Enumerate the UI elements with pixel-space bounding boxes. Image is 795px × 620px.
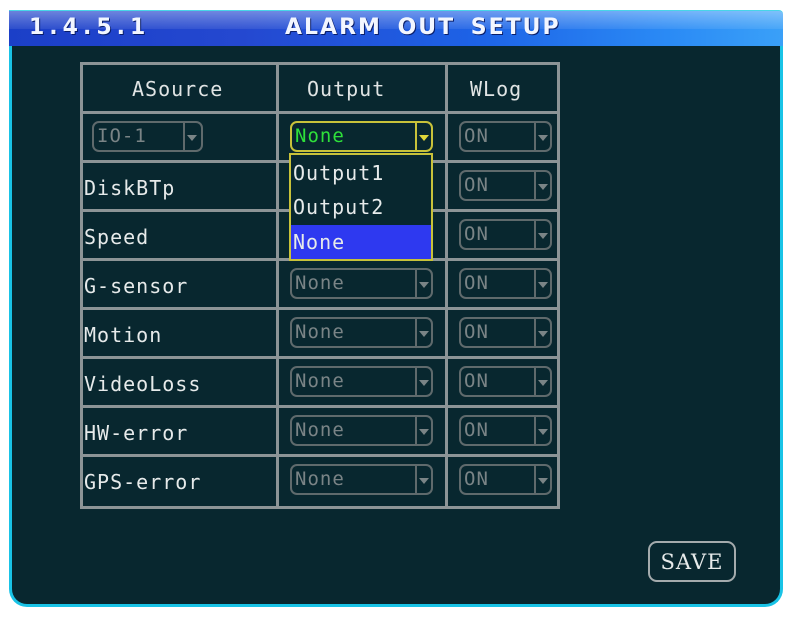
output-select-row-5[interactable]: None <box>290 317 433 348</box>
output-select-value: None <box>295 419 345 441</box>
wlog-select-value: ON <box>464 174 489 196</box>
chevron-down-icon <box>419 380 429 386</box>
dropdown-option-none[interactable]: None <box>291 225 431 259</box>
chevron-down-icon <box>538 184 548 190</box>
output-select-value: None <box>295 370 345 392</box>
combo-separator <box>415 417 417 444</box>
grid-line <box>80 111 560 114</box>
chevron-down-icon <box>187 135 197 141</box>
output-select-value: None <box>295 272 345 294</box>
wlog-select-row-7[interactable]: ON <box>459 415 552 446</box>
menu-number: 1.4.5.1 <box>29 15 151 40</box>
wlog-select-value: ON <box>464 223 489 245</box>
source-label-row-5: Motion <box>84 323 163 347</box>
wlog-select-row-5[interactable]: ON <box>459 317 552 348</box>
source-select-row-1[interactable]: IO-1 <box>92 121 203 152</box>
source-label-row-6: VideoLoss <box>84 372 202 396</box>
source-label-row-2: DiskBTp <box>84 176 176 200</box>
source-label-row-3: Speed <box>84 225 150 249</box>
chevron-down-icon <box>419 429 429 435</box>
output-select-value: None <box>295 321 345 343</box>
output-select-row-6[interactable]: None <box>290 366 433 397</box>
source-label-row-4: G-sensor <box>84 274 189 298</box>
page-title: ALARM OUT SETUP <box>285 15 561 40</box>
chevron-down-icon <box>419 331 429 337</box>
wlog-select-value: ON <box>464 272 489 294</box>
combo-separator <box>534 319 536 346</box>
wlog-select-value: ON <box>464 370 489 392</box>
output-select-row-1[interactable]: None <box>290 121 433 152</box>
wlog-select-value: ON <box>464 321 489 343</box>
combo-separator <box>415 368 417 395</box>
source-label-row-7: HW-error <box>84 421 189 445</box>
chevron-down-icon <box>538 331 548 337</box>
wlog-select-row-1[interactable]: ON <box>459 121 552 152</box>
combo-separator <box>534 466 536 493</box>
output-select-row-7[interactable]: None <box>290 415 433 446</box>
source-select-value: IO-1 <box>97 125 147 147</box>
chevron-down-icon <box>538 282 548 288</box>
wlog-select-row-4[interactable]: ON <box>459 268 552 299</box>
chevron-down-icon <box>538 135 548 141</box>
grid-line <box>80 454 560 457</box>
chevron-down-icon <box>419 135 429 141</box>
output-dropdown-list: Output1 Output2 None <box>289 153 433 261</box>
column-header-wlog: WLog <box>470 77 523 101</box>
chevron-down-icon <box>538 233 548 239</box>
output-select-row-8[interactable]: None <box>290 464 433 495</box>
combo-separator <box>534 417 536 444</box>
grid-line <box>80 356 560 359</box>
combo-separator <box>415 270 417 297</box>
wlog-select-value: ON <box>464 468 489 490</box>
column-header-asource: ASource <box>132 77 224 101</box>
grid-line <box>80 405 560 408</box>
wlog-select-row-2[interactable]: ON <box>459 170 552 201</box>
grid-line <box>80 506 560 509</box>
wlog-select-row-3[interactable]: ON <box>459 219 552 250</box>
output-select-row-4[interactable]: None <box>290 268 433 299</box>
grid-line <box>445 62 448 509</box>
grid-line <box>80 62 560 65</box>
combo-separator <box>415 123 417 150</box>
combo-separator <box>415 466 417 493</box>
combo-separator <box>534 221 536 248</box>
chevron-down-icon <box>538 478 548 484</box>
chevron-down-icon <box>538 429 548 435</box>
combo-separator <box>534 123 536 150</box>
wlog-select-value: ON <box>464 125 489 147</box>
combo-separator <box>534 270 536 297</box>
combo-separator <box>534 172 536 199</box>
combo-separator <box>415 319 417 346</box>
dropdown-option-output2[interactable]: Output2 <box>291 190 431 224</box>
combo-separator <box>534 368 536 395</box>
grid-line <box>80 62 83 509</box>
grid-line <box>80 307 560 310</box>
dropdown-option-output1[interactable]: Output1 <box>291 156 431 190</box>
wlog-select-row-6[interactable]: ON <box>459 366 552 397</box>
source-label-row-8: GPS-error <box>84 470 202 494</box>
chevron-down-icon <box>419 282 429 288</box>
wlog-select-row-8[interactable]: ON <box>459 464 552 495</box>
output-select-value: None <box>295 468 345 490</box>
output-select-value: None <box>295 125 345 147</box>
chevron-down-icon <box>419 478 429 484</box>
title-bar: 1.4.5.1 ALARM OUT SETUP <box>9 10 783 46</box>
chevron-down-icon <box>538 380 548 386</box>
grid-line <box>276 62 279 509</box>
combo-separator <box>183 123 185 150</box>
grid-line <box>557 62 560 509</box>
save-button[interactable]: SAVE <box>648 541 736 582</box>
column-header-output: Output <box>307 77 386 101</box>
wlog-select-value: ON <box>464 419 489 441</box>
